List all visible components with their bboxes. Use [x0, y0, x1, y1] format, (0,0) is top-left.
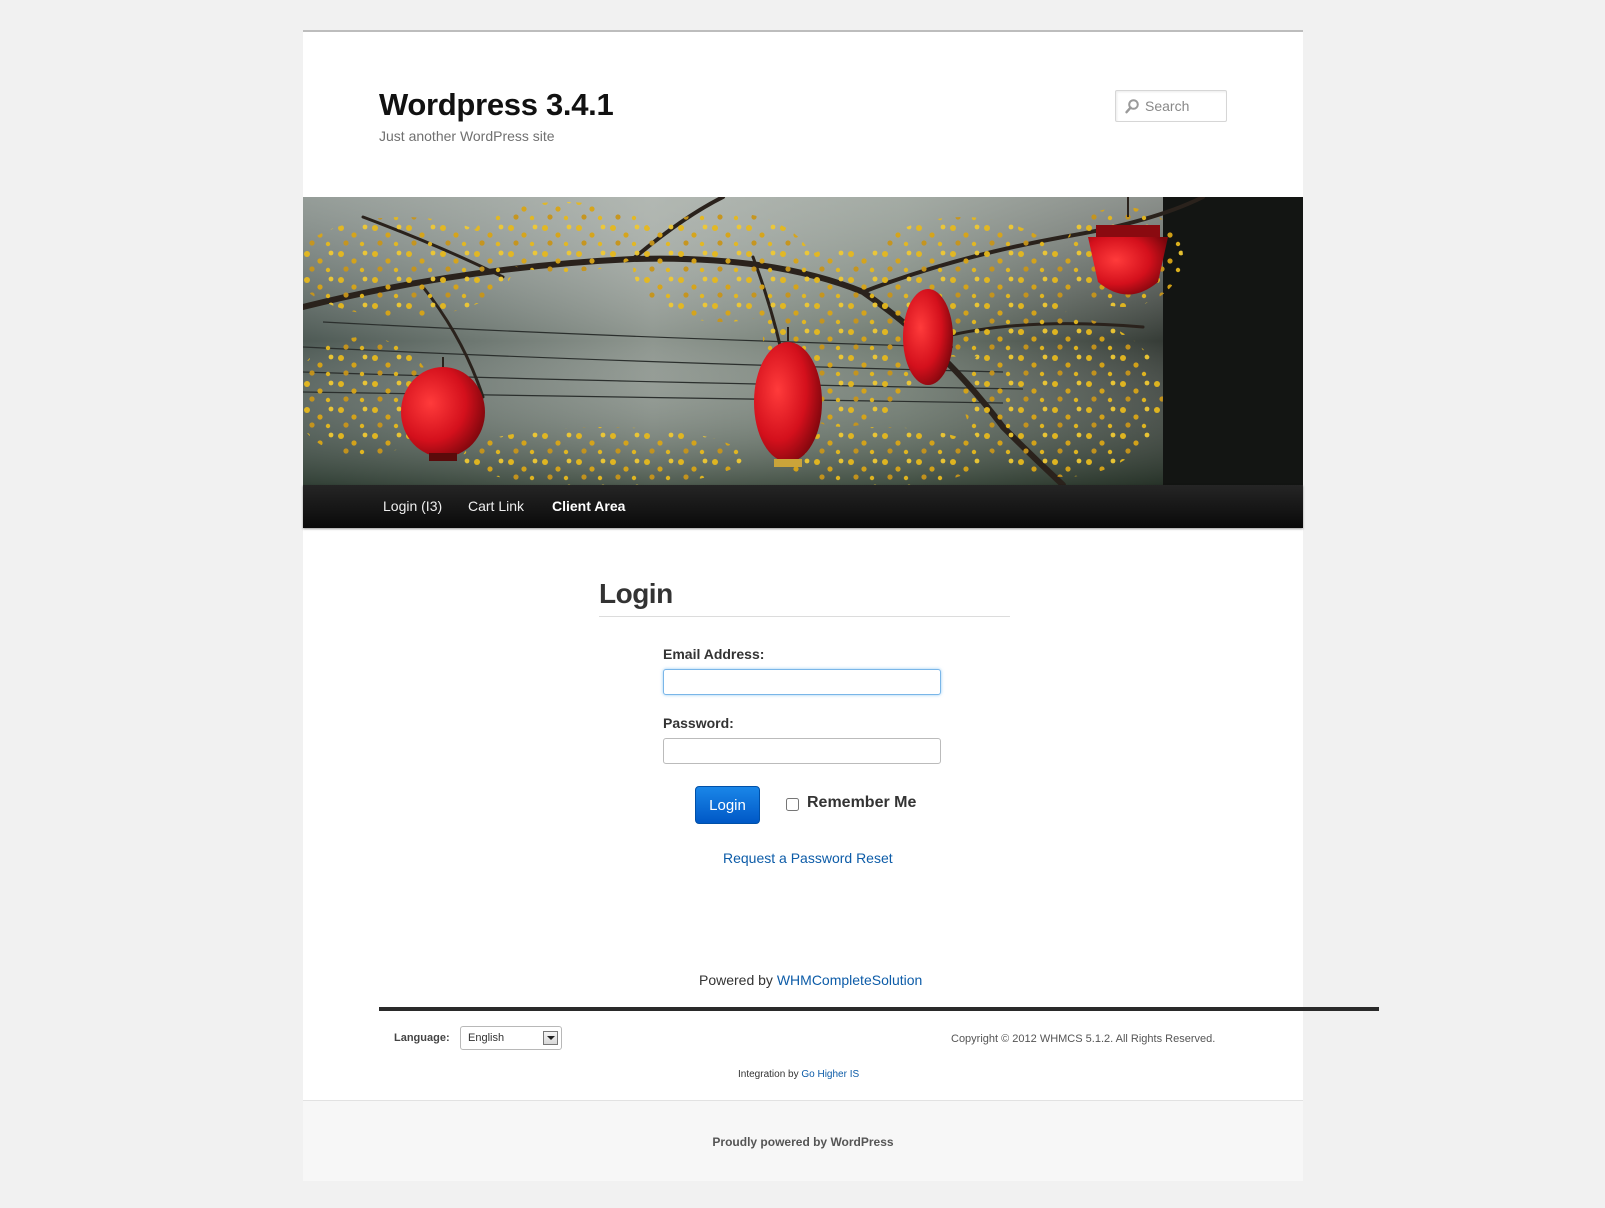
nav-item-client-area[interactable]: Client Area [552, 485, 625, 528]
email-label: Email Address: [663, 646, 765, 662]
whmcs-link[interactable]: WHMCompleteSolution [777, 972, 923, 988]
language-selected-value: English [468, 1032, 505, 1044]
language-label: Language: [394, 1032, 450, 1044]
password-reset-link[interactable]: Request a Password Reset [723, 850, 893, 866]
nav-item-cart-link[interactable]: Cart Link [468, 485, 524, 528]
main-navigation: Login (I3) Cart Link Client Area [303, 485, 1303, 528]
search-box[interactable] [1115, 90, 1227, 122]
copyright-text: Copyright © 2012 WHMCS 5.1.2. All Rights… [951, 1033, 1216, 1045]
powered-by-text: Powered by [699, 972, 777, 988]
site-title[interactable]: Wordpress 3.4.1 [379, 87, 614, 123]
integration-line: Integration by Go Higher IS [738, 1069, 859, 1080]
email-field[interactable] [663, 669, 941, 695]
page-container: Wordpress 3.4.1 Just another WordPress s… [303, 30, 1379, 1181]
integration-link[interactable]: Go Higher IS [801, 1069, 859, 1080]
dropdown-arrow-icon[interactable] [543, 1031, 558, 1045]
search-icon [1125, 99, 1139, 114]
remember-me-label[interactable]: Remember Me [807, 794, 916, 812]
powered-by-line: Powered by WHMCompleteSolution [699, 972, 922, 988]
remember-me-checkbox[interactable] [786, 798, 799, 811]
login-heading: Login [599, 578, 673, 609]
footer-divider [379, 1007, 1379, 1011]
heading-divider [599, 616, 1010, 617]
nav-item-login[interactable]: Login (I3) [383, 485, 442, 528]
header-image [303, 197, 1303, 485]
wordpress-credit-link[interactable]: Proudly powered by WordPress [303, 1135, 1303, 1149]
site-description: Just another WordPress site [379, 128, 555, 144]
search-input[interactable] [1145, 91, 1223, 121]
login-button[interactable]: Login [695, 786, 760, 824]
password-field[interactable] [663, 738, 941, 764]
site-footer: Proudly powered by WordPress [303, 1100, 1303, 1181]
password-label: Password: [663, 715, 734, 731]
integration-text: Integration by [738, 1069, 802, 1080]
language-select[interactable]: English [460, 1026, 562, 1050]
